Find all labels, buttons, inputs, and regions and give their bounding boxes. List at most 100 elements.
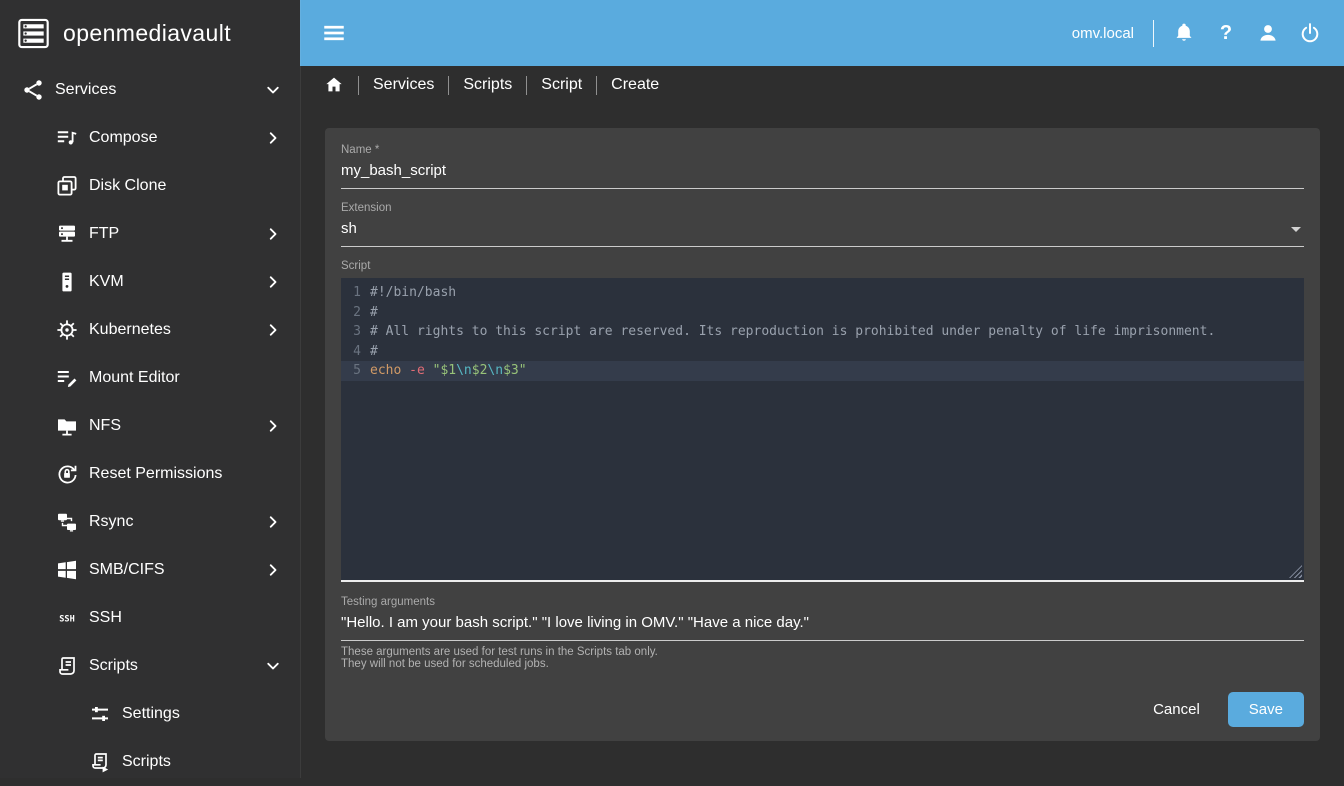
reset-permissions-icon	[55, 462, 79, 486]
sidebar-item-rsync[interactable]: Rsync	[0, 498, 300, 546]
code-text: echo -e "$1\n$2\n$3"	[370, 363, 527, 379]
menu-icon[interactable]	[321, 20, 347, 46]
code-text: #!/bin/bash	[370, 285, 457, 300]
name-field[interactable]: Name * my_bash_script	[341, 144, 1304, 189]
script-code-editor[interactable]: 1 #!/bin/bash 2 #3 # All rights to this scri…	[341, 278, 1304, 580]
extension-field[interactable]: Extension sh	[341, 202, 1304, 247]
sidebar: openmediavault Services Compose Disk Clone…	[0, 0, 300, 778]
breadcrumb-separator	[358, 75, 359, 95]
line-number: 2	[353, 304, 361, 320]
help-icon[interactable]: ?	[1214, 21, 1238, 45]
script-label: Script	[341, 260, 371, 272]
mount-editor-icon	[55, 366, 79, 390]
ssh-icon: SSH	[55, 606, 79, 630]
sidebar-item-disk-clone[interactable]: Disk Clone	[0, 162, 300, 210]
sidebar-item-label: Compose	[89, 129, 158, 146]
sidebar-item-label: Scripts	[122, 753, 171, 770]
breadcrumb-item-create[interactable]: Create	[611, 76, 659, 94]
breadcrumb-item-scripts[interactable]: Scripts	[463, 76, 512, 94]
breadcrumb-separator	[596, 75, 598, 95]
sidebar-item-label: Settings	[122, 705, 180, 722]
sidebar-item-reset-permissions[interactable]: Reset Permissions	[0, 450, 300, 498]
testing-arguments-hint-2: They will not be used for scheduled jobs…	[341, 658, 549, 670]
cancel-button[interactable]: Cancel	[1137, 692, 1216, 727]
chevron-right-icon	[263, 560, 283, 580]
chevron-right-icon	[263, 320, 283, 340]
topbar-icons: ?	[1154, 21, 1322, 45]
code-line-3: 3 # All rights to this script are reserve…	[341, 322, 1304, 342]
hostname-label: omv.local	[1071, 24, 1134, 42]
sidebar-item-ftp[interactable]: FTP	[0, 210, 300, 258]
sidebar-item-compose[interactable]: Compose	[0, 114, 300, 162]
sidebar-item-mount-editor[interactable]: Mount Editor	[0, 354, 300, 402]
name-input[interactable]: my_bash_script	[341, 162, 1304, 189]
kvm-icon	[55, 270, 79, 294]
testing-arguments-input[interactable]: "Hello. I am your bash script." "I love …	[341, 614, 1304, 641]
extension-select[interactable]: sh	[341, 220, 1304, 247]
code-line-5: 5 echo -e "$1\n$2\n$3"	[341, 361, 1304, 381]
extension-label: Extension	[341, 202, 392, 214]
topbar: omv.local ?	[300, 0, 1344, 66]
sidebar-item-nfs[interactable]: NFS	[0, 402, 300, 450]
sidebar-nav: Services Compose Disk Clone FTP KVM Kubernete…	[0, 66, 300, 786]
testing-arguments-hint-1: These arguments are used for test runs i…	[341, 646, 658, 658]
chevron-down-icon	[263, 656, 283, 676]
rsync-icon	[55, 510, 79, 534]
sidebar-item-ssh[interactable]: SSH SSH	[0, 594, 300, 642]
power-icon[interactable]	[1298, 21, 1322, 45]
sidebar-item-label: SMB/CIFS	[89, 561, 165, 578]
testing-arguments-field[interactable]: Testing arguments "Hello. I am your bash…	[341, 596, 1304, 670]
line-number: 5	[353, 363, 361, 379]
omv-logo-icon	[15, 15, 52, 52]
code-line-4: 4 #	[341, 342, 1304, 362]
sidebar-item-label: Mount Editor	[89, 369, 180, 386]
breadcrumb: Services Scripts Script Create	[300, 66, 1344, 104]
sidebar-item-kubernetes[interactable]: Kubernetes	[0, 306, 300, 354]
sidebar-item-services[interactable]: Services	[0, 66, 300, 114]
breadcrumb-separator	[448, 75, 450, 95]
app-logo[interactable]: openmediavault	[0, 0, 300, 66]
sidebar-item-label: Rsync	[89, 513, 134, 530]
code-line-1: 1 #!/bin/bash	[341, 283, 1304, 303]
bell-icon[interactable]	[1172, 21, 1196, 45]
sidebar-item-settings[interactable]: Settings	[0, 690, 300, 738]
form-actions: Cancel Save	[341, 692, 1304, 727]
sidebar-item-scripts[interactable]: Scripts	[0, 738, 300, 786]
sidebar-item-label: Kubernetes	[89, 321, 171, 338]
code-line-2: 2 #	[341, 303, 1304, 323]
dropdown-arrow-icon[interactable]	[1291, 227, 1301, 232]
code-text: # All rights to this script are reserved…	[370, 324, 1216, 340]
line-number: 1	[353, 285, 361, 300]
sidebar-item-scripts[interactable]: Scripts	[0, 642, 300, 690]
resize-handle[interactable]	[1289, 565, 1302, 578]
sidebar-item-label: KVM	[89, 273, 124, 290]
person-icon[interactable]	[1256, 21, 1280, 45]
breadcrumb-separator	[526, 75, 528, 95]
name-label: Name *	[341, 144, 380, 156]
script-editor-wrap: 1 #!/bin/bash 2 #3 # All rights to this scri…	[341, 278, 1304, 582]
sidebar-item-label: SSH	[89, 609, 122, 626]
scripts-icon	[55, 654, 79, 678]
sidebar-item-label: NFS	[89, 417, 121, 434]
script-run-icon	[88, 750, 112, 774]
sidebar-item-kvm[interactable]: KVM	[0, 258, 300, 306]
chevron-down-icon	[263, 80, 283, 100]
home-icon[interactable]	[324, 75, 344, 95]
breadcrumb-item-script[interactable]: Script	[541, 76, 582, 94]
chevron-right-icon	[263, 128, 283, 148]
sidebar-item-label: Disk Clone	[89, 177, 167, 194]
share-icon	[21, 78, 45, 102]
compose-icon	[55, 126, 79, 150]
svg-text:SSH: SSH	[59, 615, 75, 625]
script-field: Script 1 #!/bin/bash 2 #3 # All rights to th…	[341, 260, 1304, 582]
save-button[interactable]: Save	[1227, 692, 1304, 727]
disk-clone-icon	[55, 174, 79, 198]
sidebar-item-label: Services	[55, 81, 117, 98]
tune-icon	[88, 702, 112, 726]
chevron-right-icon	[263, 512, 283, 532]
breadcrumb-item-services[interactable]: Services	[373, 76, 434, 94]
line-number: 4	[353, 343, 361, 359]
create-script-form: Name * my_bash_script Extension sh Scrip…	[325, 128, 1320, 741]
sidebar-item-smb-cifs[interactable]: SMB/CIFS	[0, 546, 300, 594]
main-content: Services Scripts Script Create Name * my_ba…	[300, 66, 1344, 778]
